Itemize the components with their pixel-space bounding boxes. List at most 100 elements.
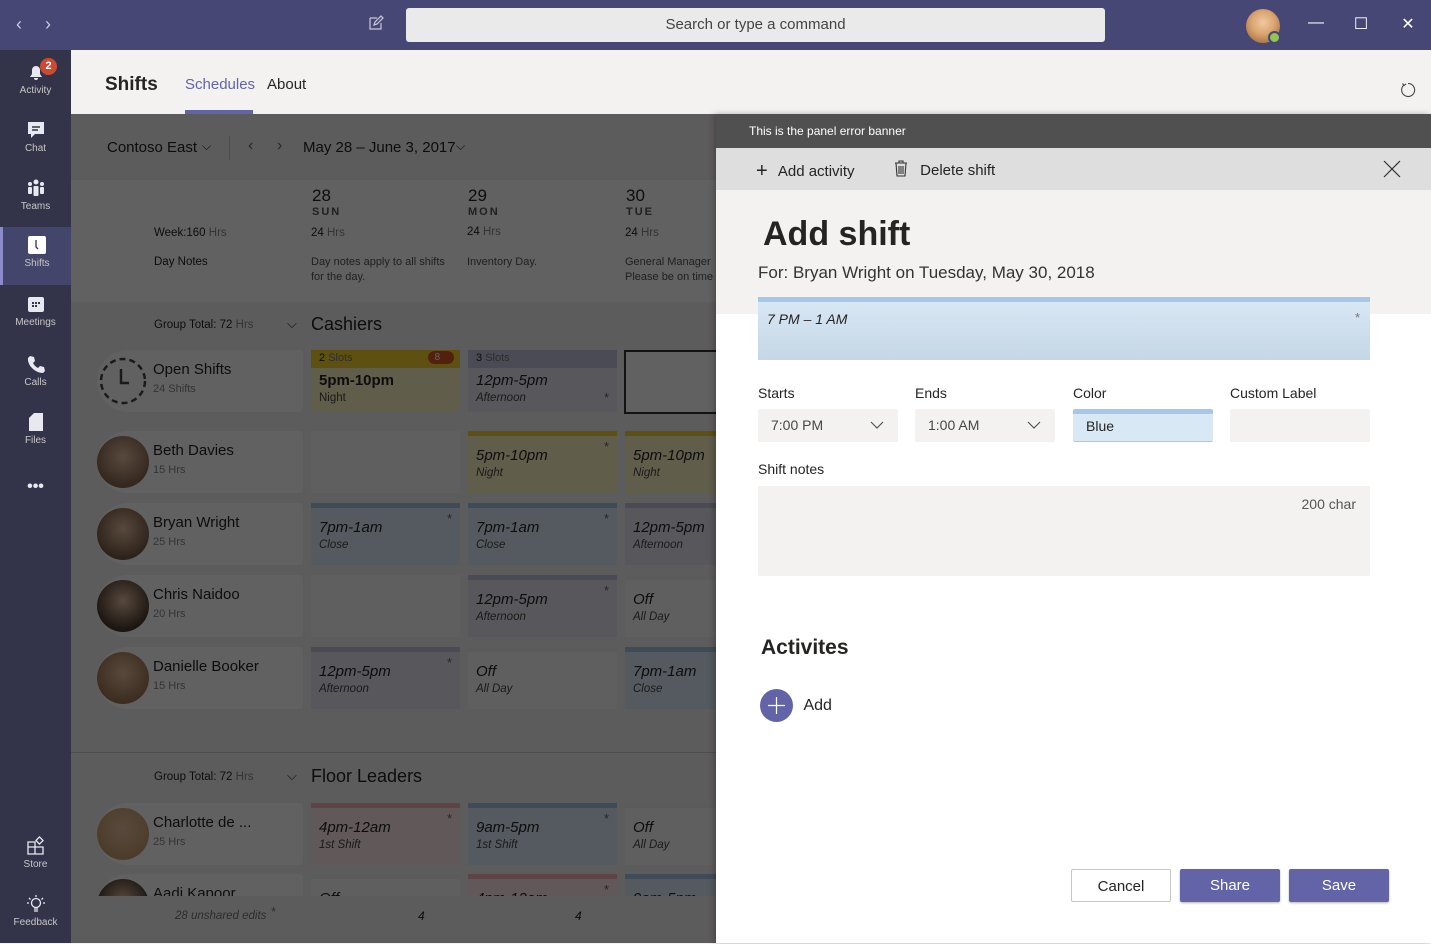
rail-item-store[interactable]: Store: [0, 828, 71, 886]
close-window-button[interactable]: ✕: [1397, 14, 1419, 34]
unshared-asterisk: *: [446, 511, 452, 526]
rail-label: Calls: [24, 377, 47, 388]
share-button[interactable]: Share: [1180, 869, 1280, 902]
starts-dropdown[interactable]: 7:00 PM: [758, 409, 898, 442]
rail-item-teams[interactable]: Teams: [0, 170, 71, 228]
delete-shift-button[interactable]: Delete shift: [894, 160, 995, 179]
shift-cell[interactable]: * 12pm-5pm Afternoon: [311, 647, 460, 709]
shift-time: Off: [633, 819, 654, 836]
open-shift-cell[interactable]: 2 Slots 8 5pm-10pm Night: [311, 350, 460, 412]
shift-cell[interactable]: * 7pm-1am Close: [468, 503, 617, 565]
rail-item-activity[interactable]: 2 Activity: [0, 54, 71, 112]
shift-time: 7pm-1am: [476, 519, 540, 536]
tab-schedules[interactable]: Schedules: [185, 76, 255, 93]
employee-row[interactable]: Danielle Booker 15 Hrs: [97, 647, 303, 709]
employee-row[interactable]: Chris Naidoo 20 Hrs: [97, 575, 303, 637]
employee-row[interactable]: Bryan Wright 25 Hrs: [97, 503, 303, 565]
add-activity-button[interactable]: + Add activity: [756, 159, 855, 182]
empty-shift-cell[interactable]: [311, 431, 460, 493]
tab-about[interactable]: About: [267, 76, 306, 93]
collapse-group-chevron-icon[interactable]: ⌵: [287, 768, 297, 784]
employee-row[interactable]: Beth Davies 15 Hrs: [97, 431, 303, 493]
rail-item-chat[interactable]: Chat: [0, 112, 71, 170]
shift-cell[interactable]: Off All Day: [468, 647, 617, 709]
compose-icon[interactable]: [368, 15, 384, 31]
rail-item-files[interactable]: Files: [0, 404, 71, 462]
forward-button[interactable]: ›: [45, 14, 51, 35]
employee-row[interactable]: Charlotte de ... 25 Hrs: [97, 803, 303, 865]
shift-cell[interactable]: 12pm-5pm Afternoon: [625, 503, 716, 565]
open-shift-cell[interactable]: 3 Slots * 12pm-5pm Afternoon: [468, 350, 617, 412]
selected-empty-cell[interactable]: [624, 350, 716, 414]
employee-hours: 25 Hrs: [153, 536, 186, 548]
ends-dropdown[interactable]: 1:00 AM: [915, 409, 1055, 442]
refresh-icon[interactable]: [1401, 82, 1417, 98]
week-total: Week:160 Hrs: [154, 227, 227, 239]
request-badge[interactable]: 8: [428, 351, 454, 364]
shift-label: Afternoon: [633, 539, 683, 551]
calendar-icon: [27, 297, 44, 312]
day-note: Inventory Day.: [467, 256, 538, 268]
shift-cell[interactable]: Off All Day: [625, 803, 716, 865]
shift-cell[interactable]: 5pm-10pm Night: [625, 431, 716, 493]
rail-label: Activity: [19, 85, 52, 96]
rail-item-feedback[interactable]: Feedback: [0, 886, 71, 944]
shift-notes-label: Shift notes: [758, 461, 825, 477]
shift-cell[interactable]: * 12pm-5pm Afternoon: [468, 575, 617, 637]
shift-label: All Day: [633, 839, 670, 851]
shift-cell[interactable]: * 9am-5pm 1st Shift: [468, 803, 617, 865]
shift-label: Night: [633, 467, 660, 479]
employee-hours: 15 Hrs: [153, 464, 186, 476]
employee-name: Chris Naidoo: [153, 586, 240, 603]
shift-label: All Day: [476, 683, 513, 695]
more-icon: •••: [27, 478, 44, 495]
shift-cell[interactable]: * 4pm-12am 1st Shift: [311, 803, 460, 865]
save-button[interactable]: Save: [1289, 869, 1389, 902]
employee-avatar: [97, 652, 149, 704]
unshared-asterisk: *: [446, 655, 452, 670]
schedule-footer: 28 unshared edits * 4 4: [71, 896, 716, 943]
chevron-down-icon[interactable]: ⌵: [202, 139, 211, 154]
day-note: General Manager Please be on time: [625, 256, 714, 283]
collapse-group-chevron-icon[interactable]: ⌵: [287, 316, 297, 332]
color-picker[interactable]: Blue: [1073, 409, 1213, 442]
next-week-button[interactable]: ›: [277, 137, 282, 155]
day-name: SUN: [312, 206, 342, 218]
rail-item-meetings[interactable]: Meetings: [0, 286, 71, 344]
panel-subtitle: For: Bryan Wright on Tuesday, May 30, 20…: [758, 263, 1095, 282]
shift-label: Close: [319, 539, 349, 551]
group-total: Group Total: 72 Hrs: [154, 771, 254, 783]
group-divider: [71, 752, 716, 753]
back-button[interactable]: ‹: [16, 14, 22, 35]
cancel-button[interactable]: Cancel: [1071, 869, 1171, 902]
search-input[interactable]: Search or type a command: [406, 8, 1105, 42]
shift-label: 1st Shift: [319, 839, 361, 851]
employee-name: Bryan Wright: [153, 514, 240, 531]
color-label: Color: [1073, 385, 1107, 401]
shift-cell[interactable]: * 5pm-10pm Night: [468, 431, 617, 493]
shift-cell[interactable]: Off All Day: [625, 575, 716, 637]
maximize-button[interactable]: ☐: [1350, 14, 1372, 34]
unshared-asterisk: *: [446, 811, 452, 826]
empty-shift-cell[interactable]: [311, 575, 460, 637]
slots-count: 3 Slots: [476, 352, 510, 364]
shift-cell[interactable]: 7pm-1am Close: [625, 647, 716, 709]
chevron-down-icon[interactable]: ⌵: [456, 139, 465, 154]
app-title: Shifts: [105, 74, 158, 95]
prev-week-button[interactable]: ‹: [248, 137, 253, 155]
close-panel-icon[interactable]: [1383, 160, 1401, 178]
more-apps-button[interactable]: •••: [0, 478, 71, 536]
team-picker[interactable]: Contoso East: [107, 139, 197, 156]
custom-label-input[interactable]: [1230, 409, 1370, 442]
rail-item-calls[interactable]: Calls: [0, 346, 71, 404]
minimize-button[interactable]: —: [1305, 14, 1327, 32]
rail-item-shifts[interactable]: Shifts: [0, 227, 71, 285]
add-activity-circle-button[interactable]: Add: [760, 689, 832, 722]
date-range-picker[interactable]: May 28 – June 3, 2017: [303, 139, 456, 156]
slots-count: 2 Slots: [319, 352, 353, 364]
shift-cell[interactable]: * 7pm-1am Close: [311, 503, 460, 565]
shift-notes-input[interactable]: 200 char: [758, 486, 1370, 576]
unshared-asterisk: *: [603, 811, 609, 826]
shift-time: Off: [633, 591, 654, 608]
schedule-view: Contoso East ⌵ ‹ › May 28 – June 3, 2017…: [71, 114, 716, 943]
